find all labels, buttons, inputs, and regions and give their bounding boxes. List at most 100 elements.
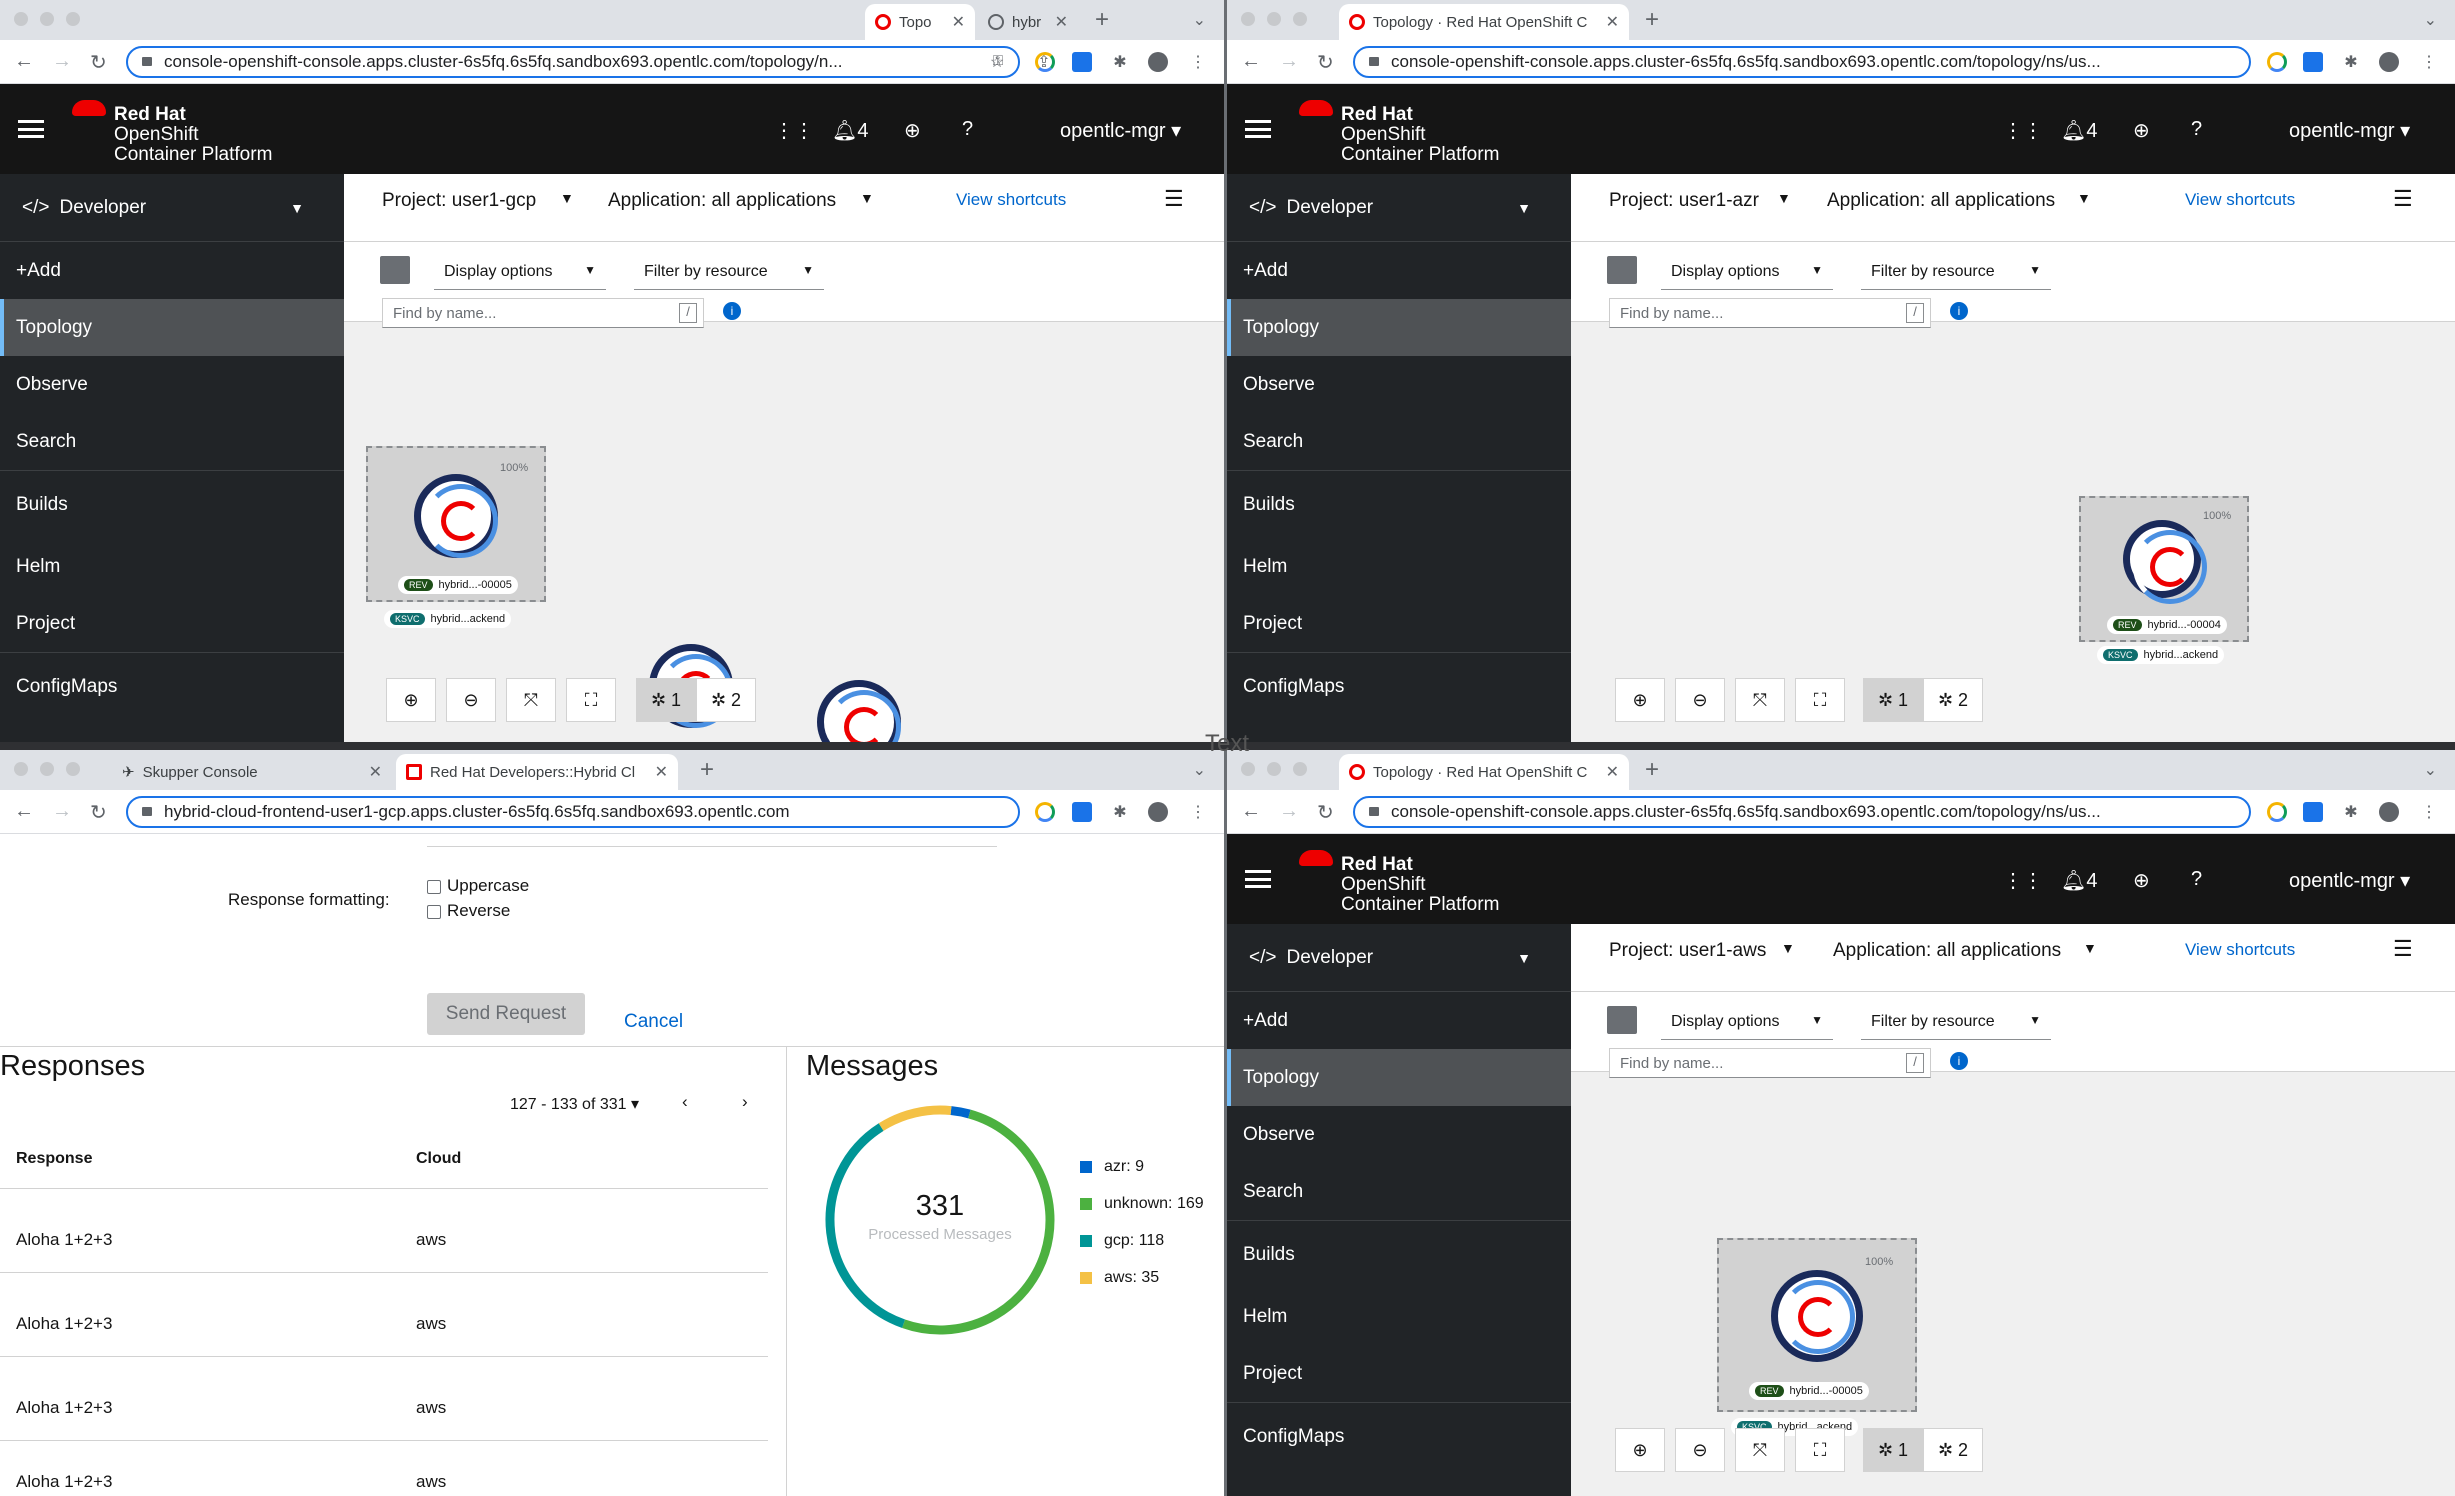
address-bar[interactable]: console-openshift-console.apps.cluster-6… <box>1353 796 2251 828</box>
project-selector[interactable]: Project: user1-aws <box>1609 940 1766 962</box>
new-tab-icon[interactable]: + <box>1645 756 1659 784</box>
extension-google-icon[interactable] <box>1035 52 1055 72</box>
profile-avatar[interactable] <box>2379 52 2399 72</box>
close-dot[interactable] <box>1241 12 1255 26</box>
chevron-down-icon[interactable]: ⌄ <box>2424 10 2437 30</box>
view-shortcuts-link[interactable]: View shortcuts <box>2185 940 2295 960</box>
list-view-icon[interactable]: ☰ <box>1164 186 1184 212</box>
close-tab-icon[interactable]: ✕ <box>1055 12 1068 32</box>
nav-observe[interactable]: Observe <box>1227 1106 1571 1163</box>
expand-icon[interactable]: ⛶ <box>1795 1428 1845 1472</box>
maximize-dot[interactable] <box>1293 12 1307 26</box>
profile-avatar[interactable] <box>1148 802 1168 822</box>
nav-project[interactable]: Project <box>1227 595 1571 652</box>
revision-node[interactable] <box>2123 520 2207 604</box>
extension-google-icon[interactable] <box>2267 802 2287 822</box>
extension-blue-icon[interactable] <box>2303 802 2323 822</box>
reload-icon[interactable]: ↻ <box>1317 50 1334 75</box>
help-icon[interactable]: ? <box>962 118 973 141</box>
donut-slice-aws[interactable] <box>878 1105 952 1131</box>
application-selector[interactable]: Application: all applications <box>608 190 836 212</box>
new-tab-icon[interactable]: + <box>1645 6 1659 34</box>
nav-add[interactable]: +Add <box>1227 242 1571 299</box>
minimize-dot[interactable] <box>1267 12 1281 26</box>
nav-search[interactable]: Search <box>1227 1163 1571 1220</box>
next-page-icon[interactable]: › <box>742 1092 748 1112</box>
back-icon[interactable]: ← <box>1241 800 1261 823</box>
reverse-checkbox[interactable] <box>427 904 441 919</box>
app-launcher-icon[interactable]: ⋮⋮ <box>2003 868 2043 893</box>
filter-by-resource-select[interactable]: Filter by resource ▼ <box>1861 256 2051 290</box>
notifications-bell-icon[interactable]: 🔔︎4 <box>2061 118 2098 143</box>
knative-service-group[interactable]: 100% REV hybrid...-00004 <box>2079 496 2249 642</box>
expand-icon[interactable]: ⛶ <box>566 678 616 722</box>
perspective-switcher[interactable]: </> Developer ▼ <box>1227 174 1571 242</box>
profile-avatar[interactable] <box>1148 52 1168 72</box>
legend-item-unknown[interactable]: unknown: 169 <box>1080 1195 1204 1213</box>
cancel-link[interactable]: Cancel <box>624 1011 683 1033</box>
zoom-in-icon[interactable]: ⊕ <box>1615 1428 1665 1472</box>
menu-dots-icon[interactable]: ⋮ <box>2419 802 2439 822</box>
forward-icon[interactable]: → <box>1279 800 1299 823</box>
puzzle-icon[interactable]: ✱ <box>2341 802 2361 822</box>
nav-builds[interactable]: Builds <box>0 470 344 538</box>
revision-node[interactable] <box>1771 1270 1863 1362</box>
address-bar[interactable]: console-openshift-console.apps.cluster-6… <box>126 46 1020 78</box>
nav-configmaps[interactable]: ConfigMaps <box>1227 1402 1571 1470</box>
nav-search[interactable]: Search <box>1227 413 1571 470</box>
project-selector[interactable]: Project: user1-azr <box>1609 190 1759 212</box>
project-selector[interactable]: Project: user1-gcp <box>382 190 536 212</box>
extension-blue-icon[interactable] <box>1072 802 1092 822</box>
layout-2-button[interactable]: ✲ 2 <box>1923 678 1983 722</box>
tab-topology[interactable]: Topology · Red Hat OpenShift C ✕ <box>1339 754 1629 790</box>
menu-dots-icon[interactable]: ⋮ <box>1188 52 1208 72</box>
quick-create-icon[interactable]: ⊕ <box>2133 868 2150 893</box>
back-icon[interactable]: ← <box>14 800 34 823</box>
minimize-dot[interactable] <box>1267 762 1281 776</box>
tab-hybrid-cloud[interactable]: Red Hat Developers::Hybrid Cl ✕ <box>396 754 678 790</box>
knative-service-group[interactable]: 100% REV hybrid...-00005 <box>1717 1238 1917 1412</box>
extension-blue-icon[interactable] <box>1072 52 1092 72</box>
extension-google-icon[interactable] <box>2267 52 2287 72</box>
chevron-down-icon[interactable]: ⌄ <box>2424 760 2437 780</box>
nav-builds[interactable]: Builds <box>1227 470 1571 538</box>
hamburger-menu-icon[interactable] <box>18 120 44 138</box>
fit-to-screen-icon[interactable]: ⤧ <box>506 678 556 722</box>
chevron-down-icon[interactable]: ⌄ <box>1193 10 1206 30</box>
legend-item-azr[interactable]: azr: 9 <box>1080 1158 1144 1176</box>
close-tab-icon[interactable]: ✕ <box>1606 12 1619 32</box>
back-icon[interactable]: ← <box>1241 50 1261 73</box>
minimize-dot[interactable] <box>40 762 54 776</box>
list-view-icon[interactable]: ☰ <box>2393 936 2413 962</box>
uppercase-checkbox[interactable] <box>427 879 441 894</box>
nav-topology[interactable]: Topology <box>0 299 344 356</box>
uppercase-option[interactable]: Uppercase <box>427 876 529 896</box>
maximize-dot[interactable] <box>1293 762 1307 776</box>
perspective-switcher[interactable]: </> Developer ▼ <box>1227 924 1571 992</box>
nav-topology[interactable]: Topology <box>1227 1049 1571 1106</box>
forward-icon[interactable]: → <box>52 50 72 73</box>
app-launcher-icon[interactable]: ⋮⋮ <box>2003 118 2043 143</box>
prev-page-icon[interactable]: ‹ <box>682 1092 688 1112</box>
layout-2-button[interactable]: ✲ 2 <box>1923 1428 1983 1472</box>
revision-node[interactable] <box>414 474 498 558</box>
find-by-name-input[interactable]: Find by name... / <box>1609 1048 1931 1078</box>
puzzle-icon[interactable]: ✱ <box>1110 802 1130 822</box>
close-dot[interactable] <box>14 12 28 26</box>
extension-blue-icon[interactable] <box>2303 52 2323 72</box>
bookmark-star-icon[interactable]: ☆ <box>987 52 1007 72</box>
topology-node[interactable] <box>817 680 901 742</box>
layout-1-button[interactable]: ✲ 1 <box>1863 678 1923 722</box>
tab-topology[interactable]: Topology · Red Hat OpenShift C ✕ <box>1339 4 1629 40</box>
nav-project[interactable]: Project <box>0 595 344 652</box>
column-header-response[interactable]: Response <box>16 1150 92 1168</box>
tab-skupper[interactable]: ✈ Skupper Console ✕ <box>112 754 392 790</box>
close-tab-icon[interactable]: ✕ <box>369 762 382 782</box>
user-menu[interactable]: opentlc-mgr ▾ <box>1060 118 1181 143</box>
zoom-out-icon[interactable]: ⊖ <box>446 678 496 722</box>
new-tab-icon[interactable]: + <box>1095 6 1109 34</box>
reload-icon[interactable]: ↻ <box>1317 800 1334 825</box>
quick-create-icon[interactable]: ⊕ <box>2133 118 2150 143</box>
nav-add[interactable]: +Add <box>0 242 344 299</box>
nav-builds[interactable]: Builds <box>1227 1220 1571 1288</box>
